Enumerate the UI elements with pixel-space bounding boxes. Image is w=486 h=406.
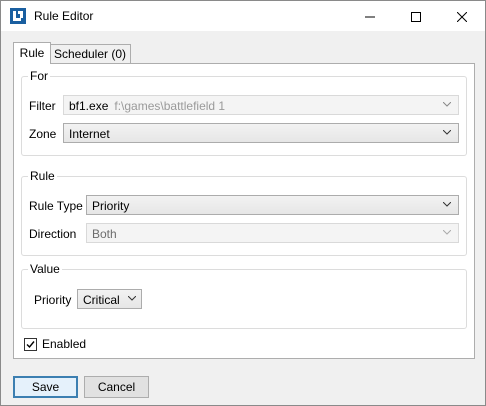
tab-scheduler[interactable]: Scheduler (0) bbox=[49, 44, 131, 64]
rule-editor-window: Rule Editor Rule Scheduler (0) For Filte… bbox=[0, 0, 486, 406]
filter-exe: bf1.exe bbox=[69, 99, 109, 113]
chevron-down-icon bbox=[443, 202, 451, 207]
maximize-button[interactable] bbox=[393, 1, 439, 31]
direction-combo[interactable]: Both bbox=[86, 223, 459, 243]
chevron-down-icon bbox=[128, 296, 136, 301]
priority-combo[interactable]: Critical bbox=[77, 289, 142, 309]
rule-type-value: Priority bbox=[92, 199, 130, 213]
for-group-title: For bbox=[28, 69, 50, 83]
zone-label: Zone bbox=[29, 127, 57, 141]
enabled-checkbox[interactable] bbox=[24, 338, 37, 351]
rule-group: Rule bbox=[21, 169, 467, 256]
rule-tab-panel: For Filter bf1.exe f:\games\battlefield 1… bbox=[13, 63, 475, 359]
save-button[interactable]: Save bbox=[13, 376, 78, 398]
app-logo-icon bbox=[10, 8, 26, 24]
minimize-icon bbox=[365, 16, 375, 18]
value-group-title: Value bbox=[28, 262, 62, 276]
zone-value: Internet bbox=[69, 127, 110, 141]
title-bar: Rule Editor bbox=[1, 1, 485, 31]
filter-path: f:\games\battlefield 1 bbox=[114, 99, 226, 113]
enabled-label: Enabled bbox=[42, 337, 87, 351]
zone-combo[interactable]: Internet bbox=[63, 123, 459, 143]
window-title: Rule Editor bbox=[34, 9, 94, 23]
minimize-button[interactable] bbox=[347, 1, 393, 31]
tab-rule[interactable]: Rule bbox=[13, 42, 51, 64]
chevron-down-icon bbox=[443, 102, 451, 107]
rule-group-title: Rule bbox=[28, 169, 57, 183]
chevron-down-icon bbox=[443, 130, 451, 135]
direction-value: Both bbox=[92, 227, 117, 241]
maximize-icon bbox=[411, 11, 421, 22]
cancel-button[interactable]: Cancel bbox=[84, 376, 149, 398]
for-group: For bbox=[21, 69, 467, 156]
filter-label: Filter bbox=[29, 99, 56, 113]
rule-type-label: Rule Type bbox=[29, 199, 83, 213]
filter-value: bf1.exe f:\games\battlefield 1 bbox=[69, 99, 225, 113]
close-icon bbox=[457, 11, 467, 22]
close-button[interactable] bbox=[439, 1, 485, 31]
filter-combo[interactable]: bf1.exe f:\games\battlefield 1 bbox=[63, 95, 459, 115]
direction-label: Direction bbox=[29, 227, 77, 241]
priority-label: Priority bbox=[34, 293, 72, 307]
rule-type-combo[interactable]: Priority bbox=[86, 195, 459, 215]
checkmark-icon bbox=[26, 341, 35, 349]
chevron-down-icon bbox=[443, 230, 451, 235]
priority-value: Critical bbox=[83, 293, 120, 307]
